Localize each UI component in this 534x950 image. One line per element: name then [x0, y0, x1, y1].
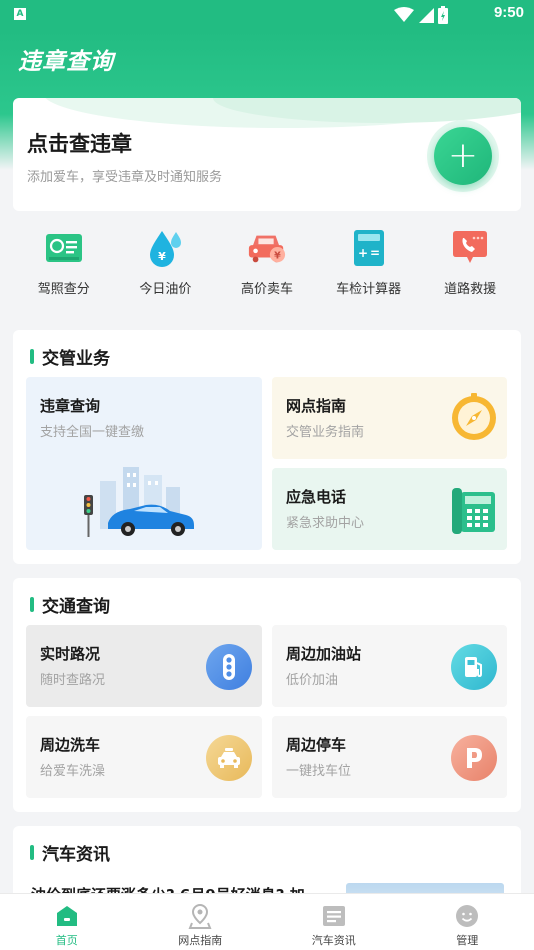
tile-title: 周边停车 — [286, 736, 347, 754]
emergency-phone-tile[interactable]: 应急电话 紧急求助中心 — [272, 468, 507, 550]
section-accent-bar — [30, 597, 34, 612]
tab-label: 网点指南 — [178, 934, 223, 947]
gas-pump-icon — [451, 644, 497, 690]
tile-subtitle: 紧急求助中心 — [286, 516, 365, 531]
svg-text:+: + — [358, 246, 368, 260]
sell-car-icon: ¥ — [247, 228, 287, 268]
section-title: 汽车资讯 — [30, 840, 110, 865]
traffic-query-section: 交通查询 实时路况 随时查路况 周边加油站 低价加油 周边洗车 给爱车洗澡 周边… — [13, 578, 521, 812]
tile-subtitle: 交管业务指南 — [286, 425, 365, 440]
hero-subtitle: 添加爱车，享受违章及时通知服务 — [27, 170, 223, 185]
outlet-guide-tile[interactable]: 网点指南 交管业务指南 — [272, 377, 507, 459]
location-icon — [187, 903, 213, 929]
license-icon — [44, 228, 84, 268]
telephone-icon — [452, 488, 495, 534]
tile-subtitle: 给爱车洗澡 — [40, 764, 106, 779]
quick-action-license-points[interactable]: 驾照查分 — [13, 228, 115, 308]
svg-text:¥: ¥ — [274, 250, 281, 261]
tab-label: 管理 — [456, 934, 479, 947]
status-bar: A 9:50 — [0, 0, 534, 30]
tile-subtitle: 低价加油 — [286, 673, 339, 688]
tile-title: 网点指南 — [286, 397, 347, 415]
tile-title: 应急电话 — [286, 488, 347, 506]
notification-a-icon: A — [14, 8, 26, 20]
battery-icon — [438, 6, 448, 24]
bottom-tab-bar: 首页 网点指南 汽车资讯 管理 — [0, 893, 534, 950]
quick-actions: 驾照查分 ¥ 今日油价 ¥ 高价卖车 + = 车检计算器 道路救援 — [13, 228, 521, 308]
hero-title: 点击查违章 — [27, 132, 132, 156]
compass-icon — [452, 393, 496, 440]
tile-title: 周边加油站 — [286, 645, 362, 663]
wifi-icon — [394, 7, 414, 22]
quick-action-inspection-calculator[interactable]: + = 车检计算器 — [318, 228, 420, 308]
home-icon — [54, 903, 80, 929]
tile-title: 违章查询 — [40, 397, 101, 415]
plus-icon: + — [434, 127, 492, 185]
rescue-phone-icon — [450, 228, 490, 268]
tile-subtitle: 随时查路况 — [40, 673, 106, 688]
parking-icon — [451, 735, 497, 781]
tab-label: 首页 — [55, 934, 78, 947]
quick-action-label: 车检计算器 — [336, 282, 402, 297]
tab-label: 汽车资讯 — [311, 934, 356, 947]
quick-action-label: 今日油价 — [139, 282, 192, 297]
realtime-traffic-tile[interactable]: 实时路况 随时查路况 — [26, 625, 262, 707]
section-title-text: 交通查询 — [42, 597, 110, 617]
signal-icon — [419, 8, 434, 23]
status-icons — [394, 6, 448, 24]
car-city-illustration — [84, 467, 194, 537]
section-accent-bar — [30, 845, 34, 860]
tab-manage[interactable]: 管理 — [401, 894, 534, 950]
app-title: 违章查询 — [18, 49, 114, 75]
status-time: 9:50 — [493, 4, 524, 21]
section-title-text: 汽车资讯 — [42, 845, 110, 865]
smile-icon — [454, 903, 480, 929]
svg-text:=: = — [370, 246, 380, 260]
svg-text:¥: ¥ — [159, 250, 167, 263]
tile-subtitle: 支持全国一键查缴 — [40, 425, 145, 440]
nearby-gas-station-tile[interactable]: 周边加油站 低价加油 — [272, 625, 507, 707]
add-car-button[interactable]: + — [427, 120, 499, 192]
quick-action-road-rescue[interactable]: 道路救援 — [419, 228, 521, 308]
quick-action-oil-price[interactable]: ¥ 今日油价 — [115, 228, 217, 308]
nearby-car-wash-tile[interactable]: 周边洗车 给爱车洗澡 — [26, 716, 262, 798]
tab-car-news[interactable]: 汽车资讯 — [267, 894, 401, 950]
tile-title: 周边洗车 — [40, 736, 101, 754]
tab-outlet-guide[interactable]: 网点指南 — [134, 894, 268, 950]
section-title: 交管业务 — [30, 344, 110, 369]
quick-action-label: 驾照查分 — [37, 282, 90, 297]
section-title: 交通查询 — [30, 592, 110, 617]
tab-home[interactable]: 首页 — [0, 894, 134, 950]
news-icon — [321, 903, 347, 929]
tile-subtitle: 一键找车位 — [286, 764, 352, 779]
oil-price-icon: ¥ — [145, 228, 185, 268]
traffic-management-section: 交管业务 违章查询 支持全国一键查缴 网点指南 交管业务指南 应急电话 紧急求助… — [13, 330, 521, 564]
quick-action-label: 道路救援 — [444, 282, 497, 297]
add-car-card[interactable]: 点击查违章 添加爱车，享受违章及时通知服务 + — [13, 98, 521, 211]
violation-query-tile[interactable]: 违章查询 支持全国一键查缴 — [26, 377, 262, 550]
section-accent-bar — [30, 349, 34, 364]
quick-action-label: 高价卖车 — [240, 282, 293, 297]
traffic-light-icon — [206, 644, 252, 690]
quick-action-sell-car[interactable]: ¥ 高价卖车 — [216, 228, 318, 308]
calculator-icon: + = — [349, 228, 389, 268]
section-title-text: 交管业务 — [42, 349, 110, 369]
nearby-parking-tile[interactable]: 周边停车 一键找车位 — [272, 716, 507, 798]
car-wash-icon — [206, 735, 252, 781]
tile-title: 实时路况 — [40, 645, 101, 663]
